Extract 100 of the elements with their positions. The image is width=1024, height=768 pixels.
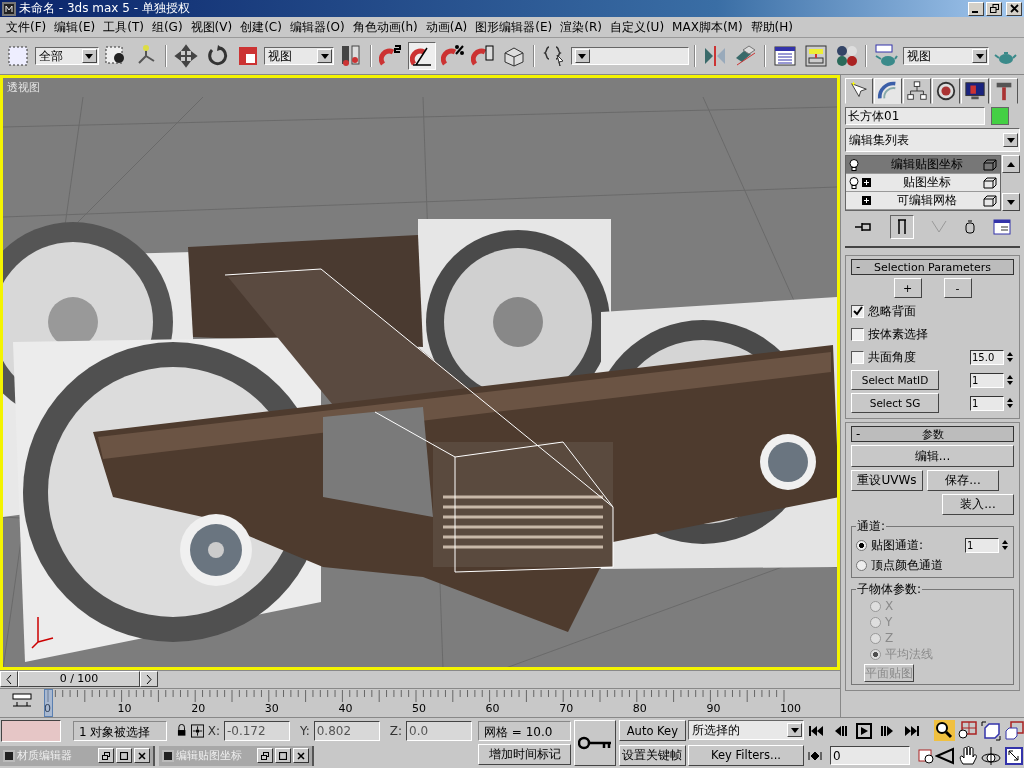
dropdown[interactable]: 视图 <box>264 47 335 65</box>
dropdown[interactable] <box>570 47 689 65</box>
modifier-list-dropdown[interactable]: 编辑集列表 <box>845 128 1020 152</box>
checkbox[interactable] <box>851 350 864 364</box>
rollout-title[interactable]: 参数 <box>870 426 995 442</box>
modifier-stack-item[interactable]: 编辑贴图坐标 <box>846 156 1000 174</box>
checkbox[interactable] <box>851 304 864 318</box>
hierarchy-tab[interactable] <box>903 78 931 104</box>
expand-icon[interactable] <box>862 178 871 187</box>
configure-sets-icon[interactable] <box>993 219 1012 235</box>
expand-icon[interactable] <box>862 196 871 205</box>
key-mode-toggle-icon[interactable] <box>808 749 822 762</box>
menu-item[interactable]: 文件(F) <box>2 18 51 36</box>
menu-item[interactable]: 图形编辑器(E) <box>471 18 557 36</box>
menu-item[interactable]: 渲染(R) <box>556 18 606 36</box>
reset-uvws-button[interactable]: 重设UVWs <box>851 470 923 491</box>
dropdown[interactable]: 视图 <box>903 47 990 65</box>
checkbox-label[interactable]: 共面角度 <box>868 348 916 366</box>
maximize-viewport-button[interactable] <box>1003 745 1024 766</box>
object-name-field[interactable]: 长方体01 <box>845 107 985 125</box>
close-button[interactable] <box>1006 1 1022 16</box>
load-button[interactable]: 装入... <box>942 494 1014 515</box>
current-frame-field[interactable]: 0 <box>830 746 910 765</box>
checkbox-label[interactable]: 按体素选择 <box>868 325 928 343</box>
time-configuration-icon[interactable] <box>918 747 934 764</box>
move-button[interactable] <box>172 42 200 70</box>
restore-button[interactable] <box>257 748 273 763</box>
menu-item[interactable]: 动画(A) <box>421 18 472 36</box>
scroll-up-button[interactable] <box>1002 155 1020 173</box>
menu-item[interactable]: 创建(C) <box>236 18 286 36</box>
timeline-ruler[interactable]: 0 10 20 30 40 50 60 70 80 90 100 <box>46 689 810 717</box>
play-icon[interactable] <box>856 722 872 739</box>
menu-item[interactable]: 工具(T) <box>99 18 148 36</box>
maximize-button[interactable] <box>275 748 291 763</box>
pin-icon[interactable] <box>853 221 872 233</box>
restore-button[interactable] <box>986 1 1002 16</box>
restore-button[interactable] <box>98 748 114 763</box>
save-button[interactable]: 保存... <box>927 470 999 491</box>
maxscript-listener-field[interactable] <box>1 719 61 742</box>
auto-key-button[interactable]: Auto Key <box>618 720 686 741</box>
key-filters-button[interactable]: Key Filters... <box>688 744 804 766</box>
menu-item[interactable]: 编辑器(O) <box>285 18 349 36</box>
menu-item[interactable]: MAX脚本(M) <box>668 18 747 36</box>
x-coordinate-field[interactable]: -0.172 <box>223 720 290 741</box>
zoom-all-button[interactable] <box>957 720 978 741</box>
orbit-button[interactable] <box>980 745 1001 766</box>
channel-field[interactable]: 1 <box>965 537 999 553</box>
spinner-arrows-icon[interactable] <box>1006 350 1014 364</box>
spinner-arrows-icon[interactable] <box>1006 373 1014 387</box>
absolute-mode-icon[interactable] <box>190 723 204 738</box>
light-bulb-icon[interactable] <box>849 176 859 189</box>
close-button[interactable] <box>293 748 309 763</box>
spinner-arrows-icon[interactable] <box>1001 538 1009 552</box>
hand-button[interactable] <box>957 745 978 766</box>
radio-button[interactable] <box>856 539 867 551</box>
close-button[interactable] <box>134 748 150 763</box>
radio-button[interactable] <box>856 559 867 571</box>
menu-item[interactable]: 编辑(E) <box>50 18 100 36</box>
modifier-stack-item[interactable]: 可编辑网格 <box>846 192 1000 210</box>
zoom-button[interactable] <box>934 720 955 741</box>
menu-item[interactable]: 视图(V) <box>186 18 237 36</box>
angle-snap-button[interactable] <box>407 42 436 70</box>
id-field[interactable]: 1 <box>970 395 1004 411</box>
y-coordinate-field[interactable]: 0.802 <box>313 720 380 741</box>
minimize-button[interactable] <box>968 1 984 16</box>
show-end-result-button[interactable] <box>889 215 914 239</box>
radio-label[interactable]: 顶点颜色通道 <box>871 556 943 574</box>
selection-step-button[interactable]: - <box>943 278 972 298</box>
set-key-mode-button[interactable]: 设置关键帧 <box>618 745 686 766</box>
create-tab[interactable] <box>845 78 873 104</box>
selection-step-button[interactable]: + <box>893 278 922 298</box>
collapse-toggle[interactable]: - <box>856 260 870 274</box>
select-by-id-button[interactable]: Select MatID <box>851 370 939 390</box>
field-of-view-button[interactable] <box>934 745 955 766</box>
lock-icon[interactable] <box>177 724 187 737</box>
modify-tab[interactable] <box>874 78 902 104</box>
edit-button[interactable]: 编辑... <box>851 445 1014 467</box>
light-bulb-icon[interactable] <box>849 158 859 171</box>
key-mode-dropdown[interactable]: 所选择的 <box>688 720 804 741</box>
id-field[interactable]: 1 <box>970 372 1004 388</box>
angle-field[interactable]: 15.0 <box>970 349 1004 365</box>
add-time-tag-button[interactable]: 增加时间标记 <box>478 744 572 766</box>
checkbox[interactable] <box>851 327 864 341</box>
menu-item[interactable]: 角色动画(h) <box>348 18 422 36</box>
rollout-title[interactable]: Selection Parameters <box>870 260 995 274</box>
curve-editor-icon[interactable] <box>12 693 32 709</box>
menu-item[interactable]: 组(G) <box>147 18 187 36</box>
radio-label[interactable]: 贴图通道: <box>871 536 924 554</box>
maximize-button[interactable] <box>116 748 132 763</box>
object-color-swatch[interactable] <box>991 107 1009 125</box>
modifier-stack-item[interactable]: 贴图坐标 <box>846 174 1000 192</box>
utilities-tab[interactable] <box>990 78 1018 104</box>
dropdown[interactable]: 全部 <box>34 47 99 65</box>
spinner-arrows-icon[interactable] <box>1006 396 1014 410</box>
menu-item[interactable]: 自定义(U) <box>605 18 669 36</box>
select-by-id-button[interactable]: Select SG <box>851 393 939 413</box>
set-key-button[interactable] <box>574 720 616 766</box>
display-tab[interactable] <box>961 78 989 104</box>
motion-tab[interactable] <box>932 78 960 104</box>
zoom-extents-button[interactable] <box>980 720 1001 741</box>
